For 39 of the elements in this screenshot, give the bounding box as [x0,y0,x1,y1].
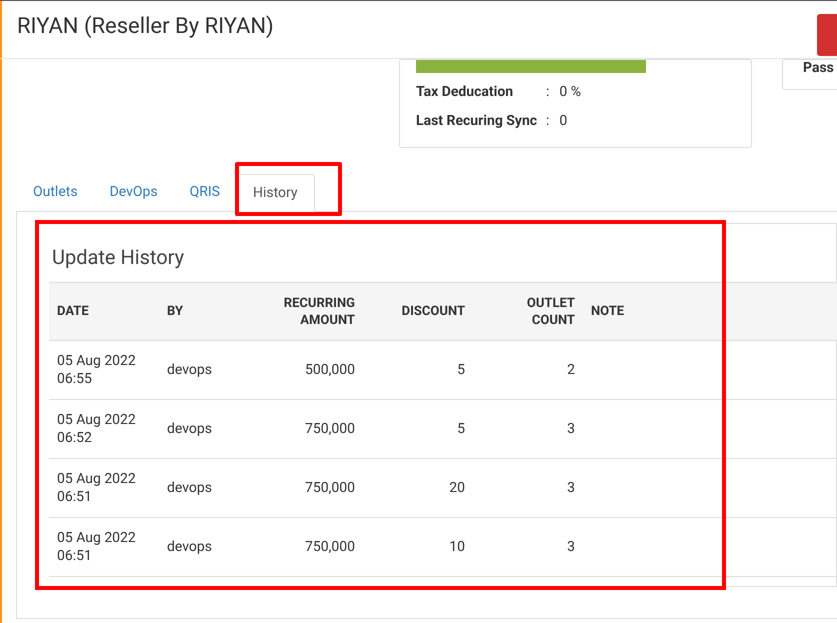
table-cell: 500,000 [305,362,355,378]
tab[interactable]: QRIS [174,173,236,211]
info-label: Last Recuring Sync [416,112,538,131]
table-cell: devops [167,539,212,555]
column-header: OUTLET COUNT [473,282,583,340]
table-cell-text: 05 Aug 2022 06:51 [57,529,137,565]
table-cell: 20 [449,480,465,496]
table-cell-text: 05 Aug 2022 06:51 [57,470,137,506]
tab[interactable]: Outlets [17,173,94,211]
table-cell: devops [167,480,212,496]
tab[interactable]: History [236,174,315,212]
table-cell: devops [167,362,212,378]
table-cell: 3 [567,421,575,437]
window-title: RIYAN (Reseller By RIYAN) [17,13,274,41]
info-value: 0 % [559,83,581,102]
section-title: Update History [51,244,186,271]
column-header: NOTE [583,282,837,340]
column-header: BY [159,282,249,340]
table-cell: 2 [567,362,575,378]
table-cell: 750,000 [305,539,355,555]
colon-separator: : [546,83,550,102]
table-cell: 750,000 [305,421,355,437]
info-label: Tax Deducation [416,83,514,102]
table-cell: 10 [449,539,465,555]
table-cell: 3 [567,480,575,496]
side-card-label: Pass [803,60,835,76]
colon-separator: : [546,112,550,131]
table-cell: 3 [567,539,575,555]
column-header: RECURRING AMOUNT [249,282,363,340]
table-cell: devops [167,421,212,437]
info-value: 0 [559,112,568,131]
column-header: DISCOUNT [363,282,473,340]
table-cell: 5 [457,421,465,437]
tab[interactable]: DevOps [94,173,174,211]
table-cell-text: 05 Aug 2022 06:55 [57,352,137,388]
table-cell-text: 05 Aug 2022 06:52 [57,411,137,447]
table-cell: 5 [457,362,465,378]
table-cell: 750,000 [305,480,355,496]
column-header: DATE [49,282,159,340]
